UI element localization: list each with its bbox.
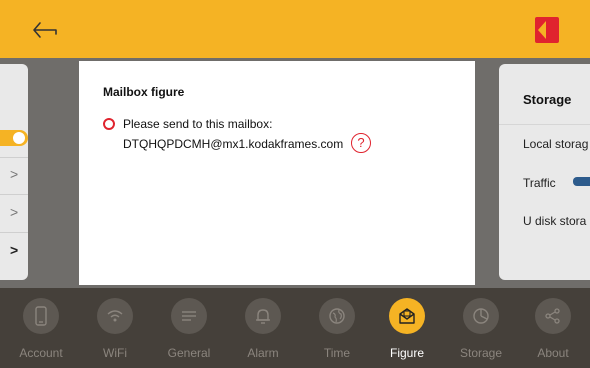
nav-wifi[interactable]: WiFi <box>78 288 152 368</box>
divider <box>0 157 28 158</box>
nav-label: Alarm <box>247 346 279 360</box>
pie-chart-icon <box>473 308 489 324</box>
about-circle <box>535 298 571 334</box>
general-circle <box>171 298 207 334</box>
globe-icon <box>329 308 345 324</box>
menu-icon <box>182 311 196 321</box>
figure-circle <box>389 298 425 334</box>
nav-about[interactable]: About <box>516 288 590 368</box>
chevron-right-icon[interactable]: > <box>10 204 18 220</box>
divider <box>499 124 590 125</box>
mailbox-radio[interactable] <box>103 118 115 130</box>
toggle-knob <box>12 131 26 145</box>
nav-alarm[interactable]: Alarm <box>226 288 300 368</box>
nav-time[interactable]: Time <box>300 288 374 368</box>
nav-label: Time <box>323 346 351 360</box>
bottom-nav: Account WiFi General Alarm Time Figure S… <box>0 288 590 368</box>
bell-icon <box>256 309 270 324</box>
share-icon <box>545 308 560 324</box>
storage-circle <box>463 298 499 334</box>
alarm-circle <box>245 298 281 334</box>
help-icon[interactable]: ? <box>351 133 371 153</box>
chevron-right-icon[interactable]: > <box>10 166 18 182</box>
account-circle <box>23 298 59 334</box>
toggle-switch[interactable] <box>0 130 28 146</box>
dialog-title: Mailbox figure <box>103 85 185 99</box>
divider <box>0 232 28 233</box>
wifi-circle <box>97 298 133 334</box>
nav-label: General <box>167 346 211 360</box>
kodak-logo <box>535 17 559 43</box>
top-bar <box>0 0 590 58</box>
traffic-item: Traffic <box>523 176 556 190</box>
mailbox-dialog: Mailbox figure Please send to this mailb… <box>79 61 475 285</box>
divider <box>0 194 28 195</box>
nav-label: Figure <box>389 346 424 360</box>
traffic-toggle[interactable] <box>573 177 590 186</box>
nav-storage[interactable]: Storage <box>444 288 518 368</box>
nav-account[interactable]: Account <box>4 288 78 368</box>
nav-label: Account <box>19 346 63 360</box>
storage-title: Storage <box>523 92 572 107</box>
back-arrow-icon[interactable] <box>32 20 58 40</box>
nav-figure[interactable]: Figure <box>370 288 444 368</box>
storage-panel: Storage Local storag Traffic U disk stor… <box>499 64 590 280</box>
mailbox-option-label: Please send to this mailbox: <box>123 117 273 131</box>
wifi-icon <box>107 310 123 322</box>
nav-label: About <box>537 346 569 360</box>
chevron-right-icon[interactable]: > <box>10 242 18 258</box>
local-storage-item[interactable]: Local storag <box>523 137 588 151</box>
nav-label: Storage <box>459 346 503 360</box>
time-circle <box>319 298 355 334</box>
nav-label: WiFi <box>103 346 127 360</box>
mailbox-icon <box>399 308 415 324</box>
phone-icon <box>35 306 47 326</box>
mailbox-email: DTQHQPDCMH@mx1.kodakframes.com <box>123 137 344 151</box>
nav-general[interactable]: General <box>152 288 226 368</box>
u-disk-storage-item[interactable]: U disk stora <box>523 214 586 228</box>
left-settings-panel: > > > <box>0 64 28 280</box>
